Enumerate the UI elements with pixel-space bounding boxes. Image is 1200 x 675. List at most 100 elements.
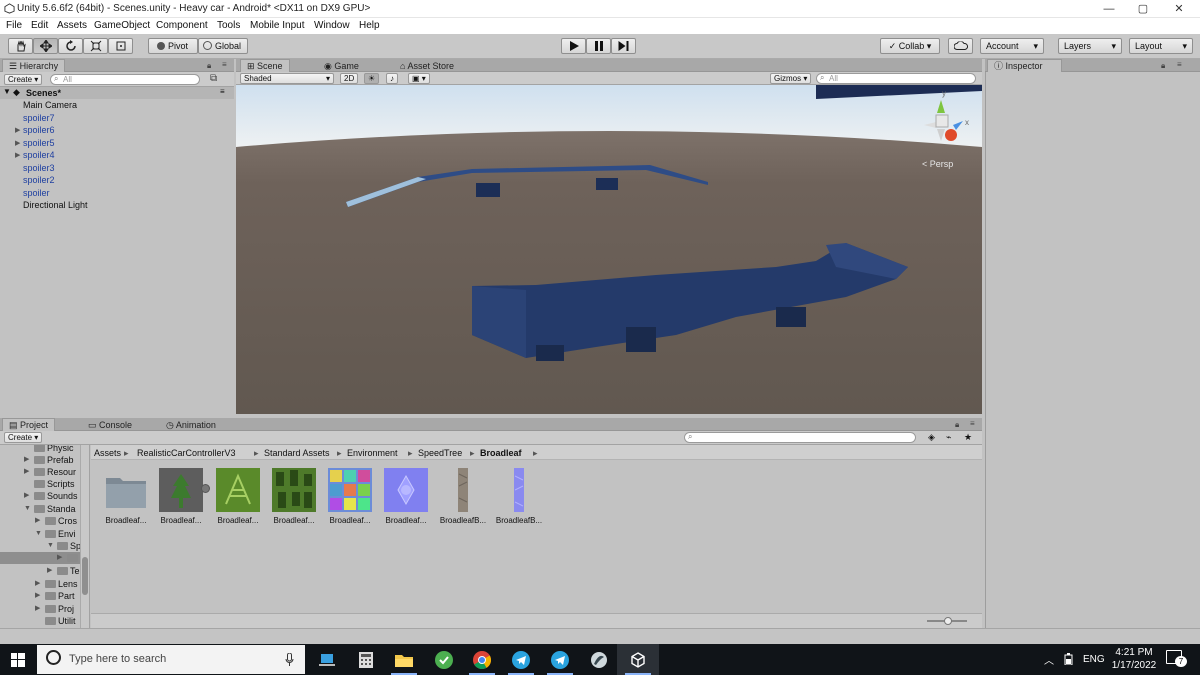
effects-dropdown[interactable]: ▣ ▾: [408, 73, 430, 84]
expand-arrow-icon[interactable]: ▶: [15, 151, 20, 159]
close-button[interactable]: ✕: [1156, 0, 1200, 18]
menu-component[interactable]: Component: [156, 20, 208, 31]
hierarchy-item[interactable]: spoiler7: [23, 112, 55, 124]
tree-folder-item[interactable]: Physic: [34, 445, 74, 454]
favorites-star-icon[interactable]: ★: [964, 432, 972, 443]
tree-folder-item[interactable]: Sounds: [34, 490, 78, 502]
icon-size-slider-thumb[interactable]: [944, 617, 952, 625]
scene-search-input[interactable]: All: [816, 73, 976, 84]
layout-dropdown[interactable]: Layout ▾: [1129, 38, 1193, 54]
vpn-app-icon[interactable]: [423, 644, 465, 675]
battery-icon[interactable]: [1064, 653, 1073, 665]
shading-mode-dropdown[interactable]: Shaded ▾: [240, 73, 334, 84]
input-language[interactable]: ENG: [1083, 654, 1105, 665]
lock-icon[interactable]: 🔒︎: [955, 420, 959, 430]
tree-expand-arrow-icon[interactable]: ▶: [24, 466, 29, 478]
tree-folder-item[interactable]: [67, 552, 80, 564]
clock-time[interactable]: 4:21 PM: [1111, 647, 1157, 658]
tree-folder-item[interactable]: Part: [45, 590, 75, 602]
hand-tool-button[interactable]: [8, 38, 33, 54]
menu-help[interactable]: Help: [359, 20, 380, 31]
panel-menu-icon[interactable]: ≡: [1177, 60, 1182, 69]
menu-mobile-input[interactable]: Mobile Input: [250, 20, 304, 31]
hierarchy-item[interactable]: spoiler2: [23, 174, 55, 186]
taskbar-search-box[interactable]: Type here to search: [37, 645, 305, 674]
lighting-toggle[interactable]: ☀: [364, 73, 380, 84]
hierarchy-item[interactable]: spoiler4: [23, 149, 55, 161]
hierarchy-create-button[interactable]: Create ▾: [4, 74, 43, 85]
expand-arrow-icon[interactable]: ▶: [15, 126, 20, 134]
hierarchy-item[interactable]: spoiler6: [23, 124, 55, 136]
breadcrumb-speedtree[interactable]: SpeedTree: [418, 448, 462, 458]
scale-tool-button[interactable]: [83, 38, 108, 54]
tree-expand-arrow-icon[interactable]: ▼: [24, 503, 31, 515]
menu-edit[interactable]: Edit: [31, 20, 48, 31]
tab-hierarchy[interactable]: ☰ Hierarchy: [2, 59, 66, 73]
search-by-type-icon[interactable]: ◈: [928, 432, 935, 443]
tree-folder-item[interactable]: Proj: [45, 603, 74, 615]
tree-folder-item[interactable]: Utilit: [45, 615, 76, 627]
tab-project[interactable]: ▤ Project: [2, 418, 56, 432]
start-button[interactable]: [0, 644, 36, 675]
layers-dropdown[interactable]: Layers ▾: [1058, 38, 1122, 54]
breadcrumb-broadleaf[interactable]: Broadleaf: [480, 448, 522, 458]
2d-toggle[interactable]: 2D: [340, 73, 359, 84]
app-swirl-icon[interactable]: [578, 644, 620, 675]
clock-date[interactable]: 1/17/2022: [1107, 660, 1161, 671]
asset-normal-map[interactable]: Broadleaf...: [377, 468, 435, 528]
project-search-input[interactable]: [684, 432, 916, 443]
expand-arrow-icon[interactable]: ▼: [3, 87, 11, 96]
notification-center-icon[interactable]: 7: [1166, 650, 1187, 667]
pause-button[interactable]: [586, 38, 611, 54]
asset-bark-normal[interactable]: BroadleafB...: [490, 468, 548, 528]
panel-menu-icon[interactable]: ≡: [222, 60, 227, 69]
tab-inspector[interactable]: ⓘ Inspector: [987, 59, 1062, 73]
scene-viewport[interactable]: y x < Persp: [236, 85, 982, 414]
hierarchy-item[interactable]: spoiler: [23, 187, 50, 199]
asset-folder[interactable]: Broadleaf...: [97, 468, 155, 528]
tree-scrollbar[interactable]: [80, 445, 89, 628]
menu-gameobject[interactable]: GameObject: [94, 20, 150, 31]
tree-expand-arrow-icon[interactable]: ▶: [24, 490, 29, 502]
pivot-toggle[interactable]: Pivot: [148, 38, 198, 54]
expand-arrow-icon[interactable]: ▶: [15, 139, 20, 147]
tree-expand-arrow-icon[interactable]: ▶: [35, 590, 40, 602]
rect-tool-button[interactable]: [108, 38, 133, 54]
scrollbar-thumb[interactable]: [82, 557, 88, 595]
cloud-button[interactable]: [948, 38, 973, 54]
breadcrumb-environment[interactable]: Environment: [347, 448, 398, 458]
tree-folder-item[interactable]: Cros: [45, 515, 77, 527]
tree-expand-arrow-icon[interactable]: ▶: [57, 552, 62, 564]
tree-folder-item[interactable]: Scripts: [34, 478, 75, 490]
account-dropdown[interactable]: Account ▾: [980, 38, 1044, 54]
file-explorer-icon[interactable]: [383, 644, 425, 675]
breadcrumb-realisticcarcontroller[interactable]: RealisticCarControllerV3: [137, 448, 236, 458]
unity-taskbar-icon[interactable]: [617, 644, 659, 675]
project-create-button[interactable]: Create ▾: [4, 432, 43, 443]
hierarchy-item[interactable]: Directional Light: [23, 199, 88, 211]
menu-file[interactable]: File: [6, 20, 22, 31]
tree-expand-arrow-icon[interactable]: ▶: [47, 565, 52, 577]
menu-window[interactable]: Window: [314, 20, 350, 31]
telegram-desktop-icon[interactable]: [539, 644, 581, 675]
tree-folder-item[interactable]: Lens: [45, 578, 78, 590]
hierarchy-search-input[interactable]: All: [50, 74, 200, 85]
tree-folder-item[interactable]: Te: [57, 565, 80, 577]
rotate-tool-button[interactable]: [58, 38, 83, 54]
asset-texture-leaves[interactable]: Broadleaf...: [209, 468, 267, 528]
menu-assets[interactable]: Assets: [57, 20, 87, 31]
tab-scene[interactable]: ⊞ Scene: [240, 59, 290, 73]
tree-expand-arrow-icon[interactable]: ▶: [35, 515, 40, 527]
panel-menu-icon[interactable]: ≡: [970, 419, 975, 428]
collab-dropdown[interactable]: ✓ Collab ▾: [880, 38, 940, 54]
telegram-icon[interactable]: [500, 644, 542, 675]
audio-toggle[interactable]: ♪: [386, 73, 398, 84]
scene-menu-icon[interactable]: ≡: [220, 87, 225, 96]
hierarchy-item[interactable]: spoiler5: [23, 137, 55, 149]
global-toggle[interactable]: Global: [198, 38, 248, 54]
tree-folder-item[interactable]: Envi: [45, 528, 76, 540]
chevron-up-icon[interactable]: ︿: [1044, 652, 1054, 667]
tree-expand-arrow-icon[interactable]: ▼: [47, 540, 54, 552]
menu-tools[interactable]: Tools: [217, 20, 240, 31]
tree-expand-arrow-icon[interactable]: ▶: [35, 578, 40, 590]
